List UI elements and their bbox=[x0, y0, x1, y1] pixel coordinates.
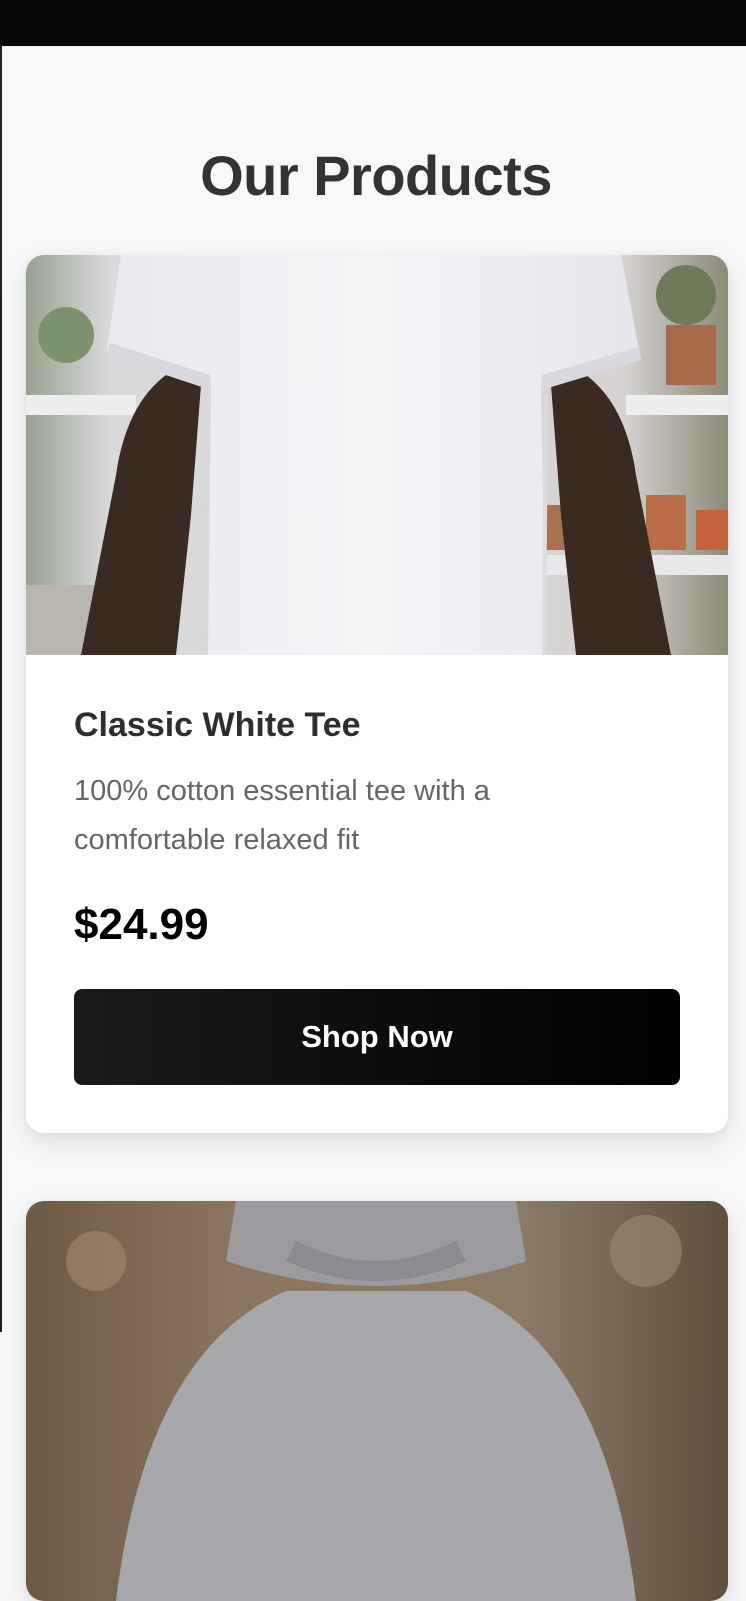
product-price: $24.99 bbox=[74, 900, 209, 949]
product-name: Classic White Tee bbox=[74, 706, 361, 744]
window-edge bbox=[0, 46, 2, 1332]
page-title: Our Products bbox=[200, 144, 552, 207]
top-bar bbox=[0, 0, 746, 46]
product-image-grey-hoodie[interactable] bbox=[26, 1201, 728, 1601]
product-description: 100% cotton essential tee with a comfort… bbox=[74, 775, 490, 856]
product-image-white-tee[interactable] bbox=[26, 255, 728, 655]
product-card: Classic White Tee 100% cotton essential … bbox=[26, 255, 728, 1133]
shop-now-button[interactable]: Shop Now bbox=[74, 989, 680, 1085]
product-card bbox=[26, 1201, 728, 1601]
